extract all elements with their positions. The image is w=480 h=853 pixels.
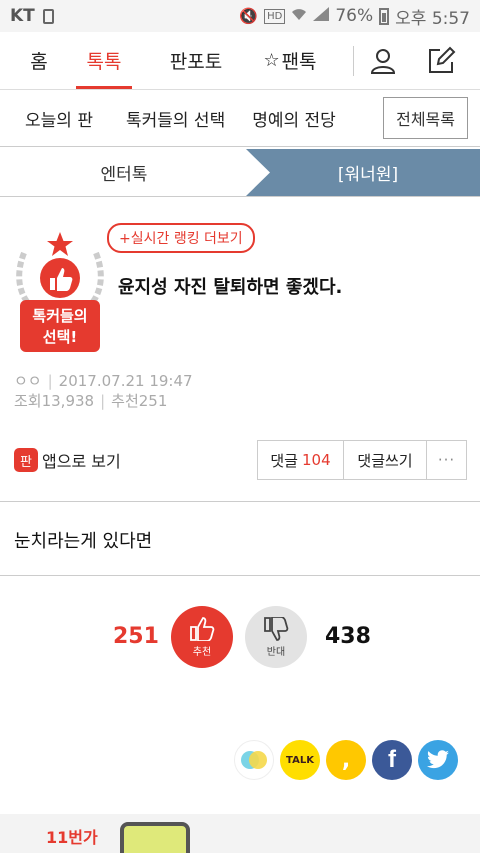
tab-toktok[interactable]: 톡톡 <box>76 32 132 89</box>
all-list-button[interactable]: 전체목록 <box>383 97 468 139</box>
subnav-today[interactable]: 오늘의 판 <box>25 106 93 131</box>
subnav-hall-of-fame[interactable]: 명예의 전당 <box>252 106 336 131</box>
status-icons: 🔇 HD 76% 오후 5:57 <box>239 4 470 29</box>
ranking-more-link[interactable]: +실시간 랭킹 더보기 <box>107 223 255 253</box>
ad-brand-logo: 11번가 <box>46 828 98 847</box>
tab-panphoto[interactable]: 판포토 <box>156 32 236 89</box>
battery-percent: 76% <box>335 6 374 26</box>
signal-icon <box>313 7 330 25</box>
post-meta-stats: 조회13,938 | 추천251 <box>14 392 168 410</box>
comments-button[interactable]: 댓글 104 <box>258 441 344 479</box>
kakaotalk-share-button[interactable]: TALK <box>280 740 320 780</box>
author-name[interactable]: ㅇㅇ <box>14 372 42 390</box>
view-count: 조회13,938 <box>14 392 95 410</box>
facebook-icon: f <box>388 746 396 773</box>
upvote-count: 251 <box>113 624 159 649</box>
kakaostory-icon: , <box>341 747 351 773</box>
share-buttons: TALK , f <box>234 740 458 780</box>
battery-icon <box>379 7 390 25</box>
twitter-share-button[interactable] <box>418 740 458 780</box>
badge-text-line1: 톡커들의 <box>32 307 88 325</box>
wifi-icon <box>291 7 307 25</box>
sub-nav: 오늘의 판 톡커들의 선택 명예의 전당 전체목록 <box>0 90 480 147</box>
user-icon <box>370 48 396 74</box>
write-comment-button[interactable]: 댓글쓰기 <box>344 441 427 479</box>
upvote-label: 추천 <box>192 646 212 658</box>
band-share-button[interactable] <box>234 740 274 780</box>
subnav-talkers-choice[interactable]: 톡커들의 선택 <box>126 106 225 131</box>
thumbs-down-icon <box>264 616 289 641</box>
app-view-label: 앱으로 보기 <box>42 452 121 471</box>
post-body: 눈치라는게 있다면 <box>14 531 153 552</box>
downvote-button[interactable]: 반대 <box>245 606 307 668</box>
top-nav: 홈 톡톡 판포토 ☆ 팬톡 <box>0 32 480 90</box>
pann-app-icon: 판 <box>14 448 38 472</box>
app-view-link[interactable]: 판 앱으로 보기 <box>14 448 121 472</box>
sim-icon <box>42 8 54 24</box>
tab-home[interactable]: 홈 <box>0 32 78 89</box>
kakaostory-share-button[interactable]: , <box>326 740 366 780</box>
more-options-button[interactable]: ··· <box>427 441 466 479</box>
comment-button-group: 댓글 104 댓글쓰기 ··· <box>257 440 467 480</box>
badge-text-line2: 선택! <box>42 328 78 346</box>
user-button[interactable] <box>354 32 412 89</box>
category-wannaone-label: [워너원] <box>337 165 399 185</box>
upvote-button[interactable]: 추천 <box>171 606 233 668</box>
downvote-label: 반대 <box>266 646 286 658</box>
downvote-count: 438 <box>325 624 371 649</box>
comments-count: 104 <box>301 451 331 469</box>
post-actions: 판 앱으로 보기 댓글 104 댓글쓰기 ··· <box>0 440 480 480</box>
twitter-icon <box>427 750 449 769</box>
post-title: 윤지성 자진 탈퇴하면 좋겠다. <box>118 277 343 298</box>
hd-icon: HD <box>264 8 286 24</box>
edit-icon <box>429 46 456 73</box>
recommend-count: 추천251 <box>111 392 168 410</box>
ad-banner[interactable]: 11번가 <box>0 814 480 853</box>
post-meta-author: ㅇㅇ | 2017.07.21 19:47 <box>14 372 193 390</box>
talkers-choice-badge: 톡커들의 선택! <box>14 228 106 358</box>
category-bar: 엔터톡 [워너원] <box>0 149 480 197</box>
category-entertain[interactable]: 엔터톡 <box>0 149 248 196</box>
band-icon <box>241 751 267 769</box>
tab-fantok[interactable]: ☆ 팬톡 <box>250 32 330 89</box>
divider <box>0 501 480 502</box>
carrier-name: KT <box>10 6 35 26</box>
status-bar: KT 🔇 HD 76% 오후 5:57 <box>0 0 480 32</box>
star-icon: ☆ <box>263 50 280 71</box>
category-wannaone[interactable]: [워너원] <box>246 149 480 196</box>
clock: 오후 5:57 <box>395 8 470 29</box>
facebook-share-button[interactable]: f <box>372 740 412 780</box>
divider <box>0 575 480 576</box>
comments-label: 댓글 <box>270 451 298 470</box>
thumbs-up-icon <box>190 616 215 641</box>
write-button[interactable] <box>412 32 470 89</box>
tab-fantok-label: 팬톡 <box>281 51 317 73</box>
post-date: 2017.07.21 19:47 <box>58 372 193 390</box>
ad-product-image <box>120 822 190 853</box>
mute-icon: 🔇 <box>239 7 259 25</box>
kakaotalk-icon: TALK <box>286 754 314 766</box>
